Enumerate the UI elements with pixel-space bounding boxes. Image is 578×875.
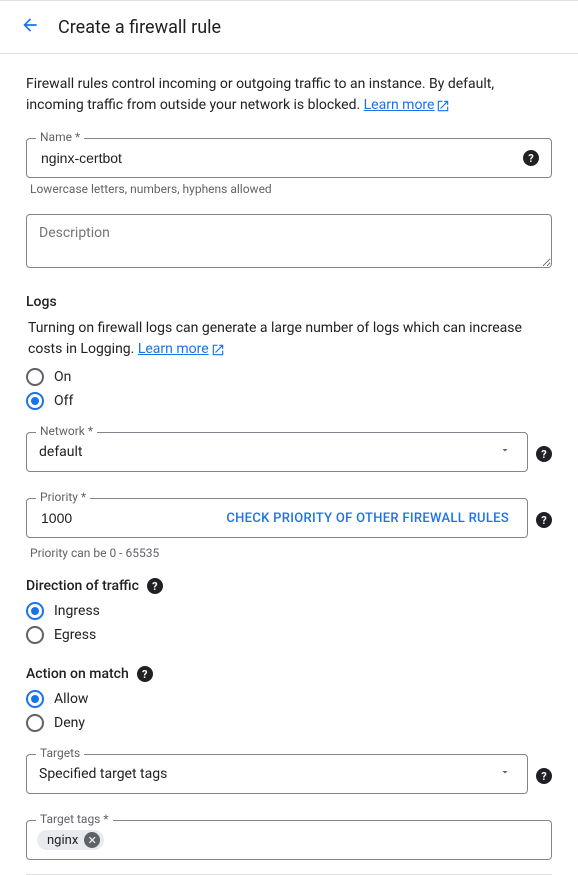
logs-on-label: On <box>54 369 71 385</box>
name-label: Name * <box>36 130 84 144</box>
help-icon[interactable]: ? <box>536 446 552 462</box>
help-icon[interactable]: ? <box>536 512 552 528</box>
logs-radio-on[interactable]: On <box>26 368 552 386</box>
intro-text: Firewall rules control incoming or outgo… <box>26 74 552 116</box>
description-input[interactable] <box>26 214 552 268</box>
external-link-icon <box>436 99 450 113</box>
radio-icon <box>26 714 44 732</box>
action-title: Action on match ? <box>26 666 552 682</box>
page-title: Create a firewall rule <box>58 17 221 38</box>
target-tags-input[interactable]: nginx ✕ <box>26 820 552 860</box>
check-priority-link[interactable]: CHECK PRIORITY OF OTHER FIREWALL RULES <box>226 511 509 526</box>
radio-icon <box>26 392 44 410</box>
logs-desc: Turning on firewall logs can generate a … <box>26 318 552 360</box>
egress-label: Egress <box>54 627 96 643</box>
radio-icon <box>26 602 44 620</box>
action-radio-allow[interactable]: Allow <box>26 690 552 708</box>
target-tags-label: Target tags * <box>36 812 113 826</box>
priority-helper: Priority can be 0 - 65535 <box>30 546 548 560</box>
help-icon[interactable]: ? <box>137 666 153 682</box>
priority-field: Priority * CHECK PRIORITY OF OTHER FIREW… <box>26 498 528 538</box>
allow-label: Allow <box>54 691 88 707</box>
direction-section: Direction of traffic ? Ingress Egress <box>26 578 552 644</box>
logs-off-label: Off <box>54 393 73 409</box>
description-field <box>26 214 552 272</box>
targets-select[interactable]: Specified target tags <box>26 754 528 794</box>
network-field: Network * default <box>26 432 528 472</box>
name-field: Name * ? <box>26 138 552 178</box>
targets-row: Targets Specified target tags ? <box>26 754 552 798</box>
tag-chip-label: nginx <box>47 833 78 848</box>
external-link-icon <box>211 343 225 357</box>
priority-row: Priority * CHECK PRIORITY OF OTHER FIREW… <box>26 498 552 542</box>
learn-more-link[interactable]: Learn more <box>364 97 435 113</box>
help-icon[interactable]: ? <box>523 150 539 166</box>
name-helper: Lowercase letters, numbers, hyphens allo… <box>30 182 548 196</box>
network-value: default <box>39 444 499 460</box>
direction-title: Direction of traffic ? <box>26 578 552 594</box>
deny-label: Deny <box>54 715 85 731</box>
chevron-down-icon <box>499 766 511 782</box>
help-icon[interactable]: ? <box>536 768 552 784</box>
chip-remove-icon[interactable]: ✕ <box>84 832 100 848</box>
target-tags-field: Target tags * nginx ✕ <box>26 820 552 860</box>
tag-chip: nginx ✕ <box>37 830 104 850</box>
network-row: Network * default ? <box>26 432 552 476</box>
name-input[interactable] <box>39 149 523 167</box>
ingress-label: Ingress <box>54 603 100 619</box>
targets-field: Targets Specified target tags <box>26 754 528 794</box>
targets-value: Specified target tags <box>39 766 499 782</box>
back-arrow-icon[interactable] <box>20 15 40 39</box>
chevron-down-icon <box>499 444 511 460</box>
targets-label: Targets <box>36 746 84 760</box>
priority-input[interactable] <box>39 509 99 527</box>
direction-radio-egress[interactable]: Egress <box>26 626 552 644</box>
priority-label: Priority * <box>36 490 90 504</box>
network-select[interactable]: default <box>26 432 528 472</box>
help-icon[interactable]: ? <box>147 578 163 594</box>
radio-icon <box>26 368 44 386</box>
form-content: Firewall rules control incoming or outgo… <box>0 54 578 875</box>
logs-radio-off[interactable]: Off <box>26 392 552 410</box>
logs-title: Logs <box>26 294 552 310</box>
logs-section: Logs Turning on firewall logs can genera… <box>26 294 552 410</box>
radio-icon <box>26 626 44 644</box>
action-section: Action on match ? Allow Deny <box>26 666 552 732</box>
action-radio-deny[interactable]: Deny <box>26 714 552 732</box>
top-bar: Create a firewall rule <box>0 0 578 54</box>
direction-radio-ingress[interactable]: Ingress <box>26 602 552 620</box>
radio-icon <box>26 690 44 708</box>
network-label: Network * <box>36 424 97 438</box>
logs-learn-more-link[interactable]: Learn more <box>138 341 209 357</box>
